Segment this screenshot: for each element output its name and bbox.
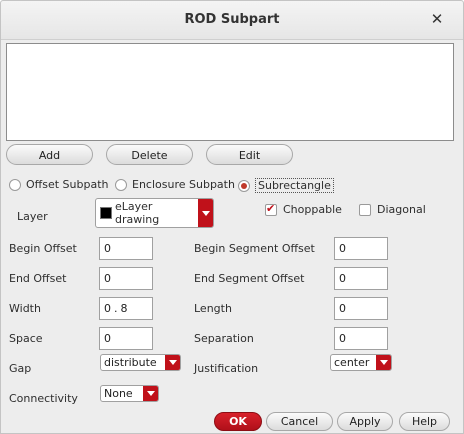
justification-label: Justification: [194, 362, 259, 375]
apply-button[interactable]: Apply: [337, 412, 393, 431]
end-segment-offset-field[interactable]: [334, 267, 388, 290]
diagonal-checkbox[interactable]: Diagonal: [359, 203, 426, 216]
checkbox-checked-icon: [265, 202, 277, 216]
layer-select[interactable]: eLayer drawing: [95, 198, 214, 228]
rod-subpart-dialog: ROD Subpart ✕ Add Delete Edit Offset Sub…: [0, 0, 464, 434]
help-button[interactable]: Help: [399, 412, 450, 431]
close-icon[interactable]: ✕: [429, 10, 445, 28]
justification-select[interactable]: center: [330, 354, 392, 371]
radio-circle-selected: [238, 179, 250, 192]
justification-value: center: [334, 356, 370, 369]
radio-subrectangle[interactable]: Subrectangle: [238, 178, 334, 193]
chevron-down-icon: [198, 199, 213, 227]
radio-circle: [9, 178, 21, 191]
separation-label: Separation: [194, 332, 254, 345]
layer-value: eLayer drawing: [115, 200, 160, 226]
connectivity-value: None: [104, 387, 133, 400]
radio-subrectangle-label: Subrectangle: [255, 178, 334, 193]
begin-offset-field[interactable]: [99, 237, 153, 260]
width-field[interactable]: [99, 297, 153, 320]
begin-segment-offset-label: Begin Segment Offset: [194, 242, 315, 255]
radio-circle: [115, 178, 127, 191]
separation-field[interactable]: [334, 327, 388, 350]
begin-segment-offset-field[interactable]: [334, 237, 388, 260]
window-title: ROD Subpart: [184, 12, 280, 27]
radio-enclosure-subpath-label: Enclosure Subpath: [132, 178, 235, 191]
ok-button[interactable]: OK: [214, 412, 262, 431]
radio-enclosure-subpath[interactable]: Enclosure Subpath: [115, 178, 235, 191]
connectivity-label: Connectivity: [9, 392, 78, 405]
gap-value: distribute: [104, 356, 157, 369]
cancel-button[interactable]: Cancel: [266, 412, 333, 431]
radio-offset-subpath-label: Offset Subpath: [26, 178, 109, 191]
diagonal-label: Diagonal: [377, 203, 426, 216]
add-button[interactable]: Add: [6, 144, 93, 165]
layer-label: Layer: [17, 210, 48, 223]
choppable-checkbox[interactable]: Choppable: [265, 202, 342, 216]
chevron-down-icon: [376, 355, 391, 370]
length-field[interactable]: [334, 297, 388, 320]
connectivity-select[interactable]: None: [100, 385, 159, 402]
space-field[interactable]: [99, 327, 153, 350]
layer-swatch: [100, 207, 112, 219]
width-label: Width: [9, 302, 41, 315]
chevron-down-icon: [143, 386, 158, 401]
length-label: Length: [194, 302, 232, 315]
edit-button[interactable]: Edit: [206, 144, 293, 165]
chevron-down-icon: [165, 355, 180, 370]
delete-button[interactable]: Delete: [106, 144, 193, 165]
gap-label: Gap: [9, 362, 32, 375]
choppable-label: Choppable: [283, 203, 342, 216]
radio-offset-subpath[interactable]: Offset Subpath: [9, 178, 109, 191]
end-offset-label: End Offset: [9, 272, 67, 285]
space-label: Space: [9, 332, 43, 345]
checkbox-icon: [359, 203, 371, 216]
subpart-list[interactable]: [6, 43, 454, 141]
end-segment-offset-label: End Segment Offset: [194, 272, 305, 285]
gap-select[interactable]: distribute: [100, 354, 181, 371]
end-offset-field[interactable]: [99, 267, 153, 290]
begin-offset-label: Begin Offset: [9, 242, 77, 255]
title-bar: ROD Subpart ✕: [1, 1, 463, 40]
